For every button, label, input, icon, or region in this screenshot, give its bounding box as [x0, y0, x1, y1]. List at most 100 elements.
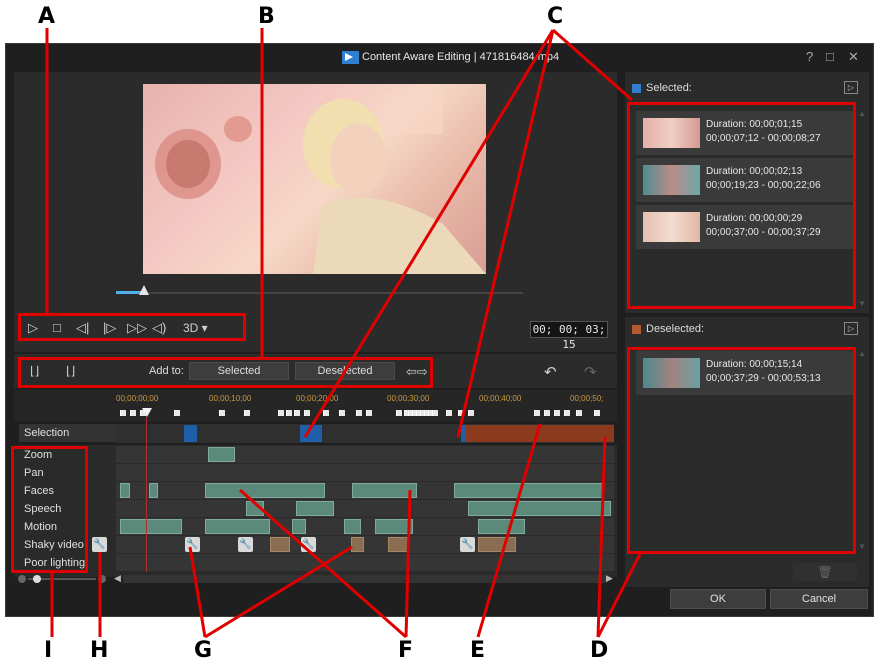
- marker-flag[interactable]: [294, 410, 300, 416]
- highlight-selected-list: [627, 102, 856, 309]
- faces-segment[interactable]: [205, 483, 325, 498]
- deselected-range[interactable]: [466, 425, 614, 442]
- help-icon[interactable]: ?: [806, 49, 813, 64]
- marker-flag[interactable]: [219, 410, 225, 416]
- zoom-out-icon[interactable]: [18, 575, 26, 583]
- shaky-fix-wrench-icon[interactable]: 🔧: [185, 537, 200, 552]
- marker-flag[interactable]: [458, 410, 464, 416]
- shaky-segment[interactable]: [388, 537, 408, 552]
- app-logo-icon: [342, 51, 359, 64]
- ruler-tick-30: 00;00;30;00: [387, 394, 430, 403]
- shaky-segment[interactable]: [478, 537, 516, 552]
- motion-segment[interactable]: [120, 519, 182, 534]
- playhead-handle[interactable]: [142, 408, 152, 417]
- callout-d: D: [590, 638, 609, 663]
- pan-track: [116, 464, 614, 481]
- undo-icon[interactable]: ↶: [544, 363, 557, 381]
- selection-row-label: Selection: [19, 424, 116, 442]
- marker-flag[interactable]: [554, 410, 560, 416]
- callout-b: B: [258, 4, 275, 29]
- highlight-playback-controls: [18, 313, 246, 341]
- zoom-segment[interactable]: [208, 447, 235, 462]
- marker-flag[interactable]: [564, 410, 570, 416]
- scrub-track[interactable]: [116, 292, 523, 294]
- timeline-scrollbar[interactable]: [123, 575, 606, 583]
- marker-flag[interactable]: [594, 410, 600, 416]
- marker-flag[interactable]: [323, 410, 329, 416]
- play-deselected-icon[interactable]: ▷: [844, 322, 858, 335]
- maximize-icon[interactable]: □: [826, 49, 834, 64]
- marker-flag[interactable]: [339, 410, 345, 416]
- marker-flag[interactable]: [576, 410, 582, 416]
- ok-button[interactable]: OK: [670, 589, 766, 609]
- selection-track[interactable]: [116, 424, 614, 443]
- ruler-tick-50: 00;00;50;: [570, 394, 604, 403]
- marker-flag[interactable]: [304, 410, 310, 416]
- motion-segment[interactable]: [375, 519, 413, 534]
- marker-flag[interactable]: [286, 410, 292, 416]
- fix-shaky-video-wrench-icon[interactable]: 🔧: [92, 537, 107, 552]
- ruler-tick-40: 00;00;40;00: [479, 394, 522, 403]
- title-bar: Content Aware Editing | 471816484.mp4 ? …: [6, 44, 873, 70]
- scroll-right-icon[interactable]: ▶: [606, 573, 613, 584]
- marker-flag[interactable]: [396, 410, 402, 416]
- motion-segment[interactable]: [205, 519, 270, 534]
- highlight-timeline-toolbar: [18, 357, 433, 388]
- selected-scroll-down-icon[interactable]: ▼: [858, 299, 866, 308]
- speech-segment[interactable]: [468, 501, 611, 516]
- deselected-color-icon: [632, 325, 641, 334]
- faces-segment[interactable]: [352, 483, 417, 498]
- faces-segment[interactable]: [149, 483, 158, 498]
- callout-g: G: [194, 638, 213, 663]
- marker-flag[interactable]: [468, 410, 474, 416]
- selected-range-2[interactable]: [300, 425, 322, 442]
- deselected-scroll-down-icon[interactable]: ▼: [858, 542, 866, 551]
- redo-icon[interactable]: ↷: [584, 363, 597, 381]
- marker-flag[interactable]: [356, 410, 362, 416]
- marker-flag[interactable]: [446, 410, 452, 416]
- marker-flag[interactable]: [244, 410, 250, 416]
- shaky-fix-wrench-icon[interactable]: 🔧: [460, 537, 475, 552]
- highlight-deselected-list: [627, 347, 856, 554]
- ruler-tick-20: 00;00;20;00: [296, 394, 339, 403]
- marker-flag[interactable]: [534, 410, 540, 416]
- motion-segment[interactable]: [478, 519, 525, 534]
- delete-clip-trash-icon[interactable]: 🗑: [793, 563, 857, 581]
- faces-track: [116, 482, 614, 499]
- shaky-video-track: 🔧 🔧 🔧 🔧: [116, 536, 614, 553]
- shaky-segment[interactable]: [351, 537, 364, 552]
- faces-segment[interactable]: [120, 483, 130, 498]
- timeline-zoom-handle[interactable]: [33, 575, 41, 583]
- selected-range-1[interactable]: [184, 425, 197, 442]
- marker-flag[interactable]: [366, 410, 372, 416]
- scroll-left-icon[interactable]: ◀: [114, 573, 121, 584]
- callout-e: E: [470, 638, 486, 663]
- faces-segment[interactable]: [454, 483, 604, 498]
- selected-scroll-up-icon[interactable]: ▲: [858, 109, 866, 118]
- shaky-segment[interactable]: [270, 537, 290, 552]
- shaky-fix-wrench-icon[interactable]: 🔧: [238, 537, 253, 552]
- motion-segment[interactable]: [292, 519, 306, 534]
- callout-c: C: [547, 4, 564, 29]
- scrub-handle[interactable]: [139, 285, 149, 295]
- close-icon[interactable]: ✕: [848, 49, 859, 65]
- shaky-fix-wrench-icon[interactable]: 🔧: [301, 537, 316, 552]
- callout-a: A: [38, 4, 56, 29]
- marker-flag[interactable]: [278, 410, 284, 416]
- highlight-track-labels: [11, 446, 88, 573]
- play-selected-icon[interactable]: ▷: [844, 81, 858, 94]
- marker-flag[interactable]: [120, 410, 126, 416]
- window-title: Content Aware Editing | 471816484.mp4: [362, 51, 560, 63]
- speech-segment[interactable]: [246, 501, 264, 516]
- deselected-scroll-up-icon[interactable]: ▲: [858, 349, 866, 358]
- marker-flag[interactable]: [130, 410, 136, 416]
- marker-flag[interactable]: [544, 410, 550, 416]
- marker-flag[interactable]: [174, 410, 180, 416]
- cancel-button[interactable]: Cancel: [770, 589, 868, 609]
- zoom-in-icon[interactable]: [98, 575, 106, 583]
- marker-flag[interactable]: [432, 410, 438, 416]
- speech-segment[interactable]: [296, 501, 334, 516]
- motion-track: [116, 518, 614, 535]
- motion-segment[interactable]: [344, 519, 361, 534]
- preview-frame-art: [155, 94, 486, 274]
